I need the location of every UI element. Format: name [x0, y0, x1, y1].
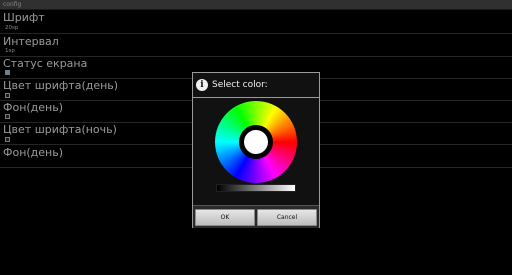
screen: config Шрифт 20sp Интервал 1sp Статус ек…	[0, 0, 512, 275]
cancel-button[interactable]: Cancel	[257, 209, 317, 226]
info-icon: i	[196, 79, 208, 91]
dialog-header: i Select color:	[193, 73, 319, 98]
dialog-title: Select color:	[212, 80, 268, 90]
color-wheel[interactable]	[215, 101, 297, 183]
color-picker-dialog: i Select color: OK Cancel	[192, 72, 320, 228]
brightness-slider[interactable]	[216, 184, 296, 192]
dialog-button-bar: OK Cancel	[193, 205, 319, 228]
ok-button[interactable]: OK	[195, 209, 255, 226]
selected-color-swatch[interactable]	[244, 130, 268, 154]
